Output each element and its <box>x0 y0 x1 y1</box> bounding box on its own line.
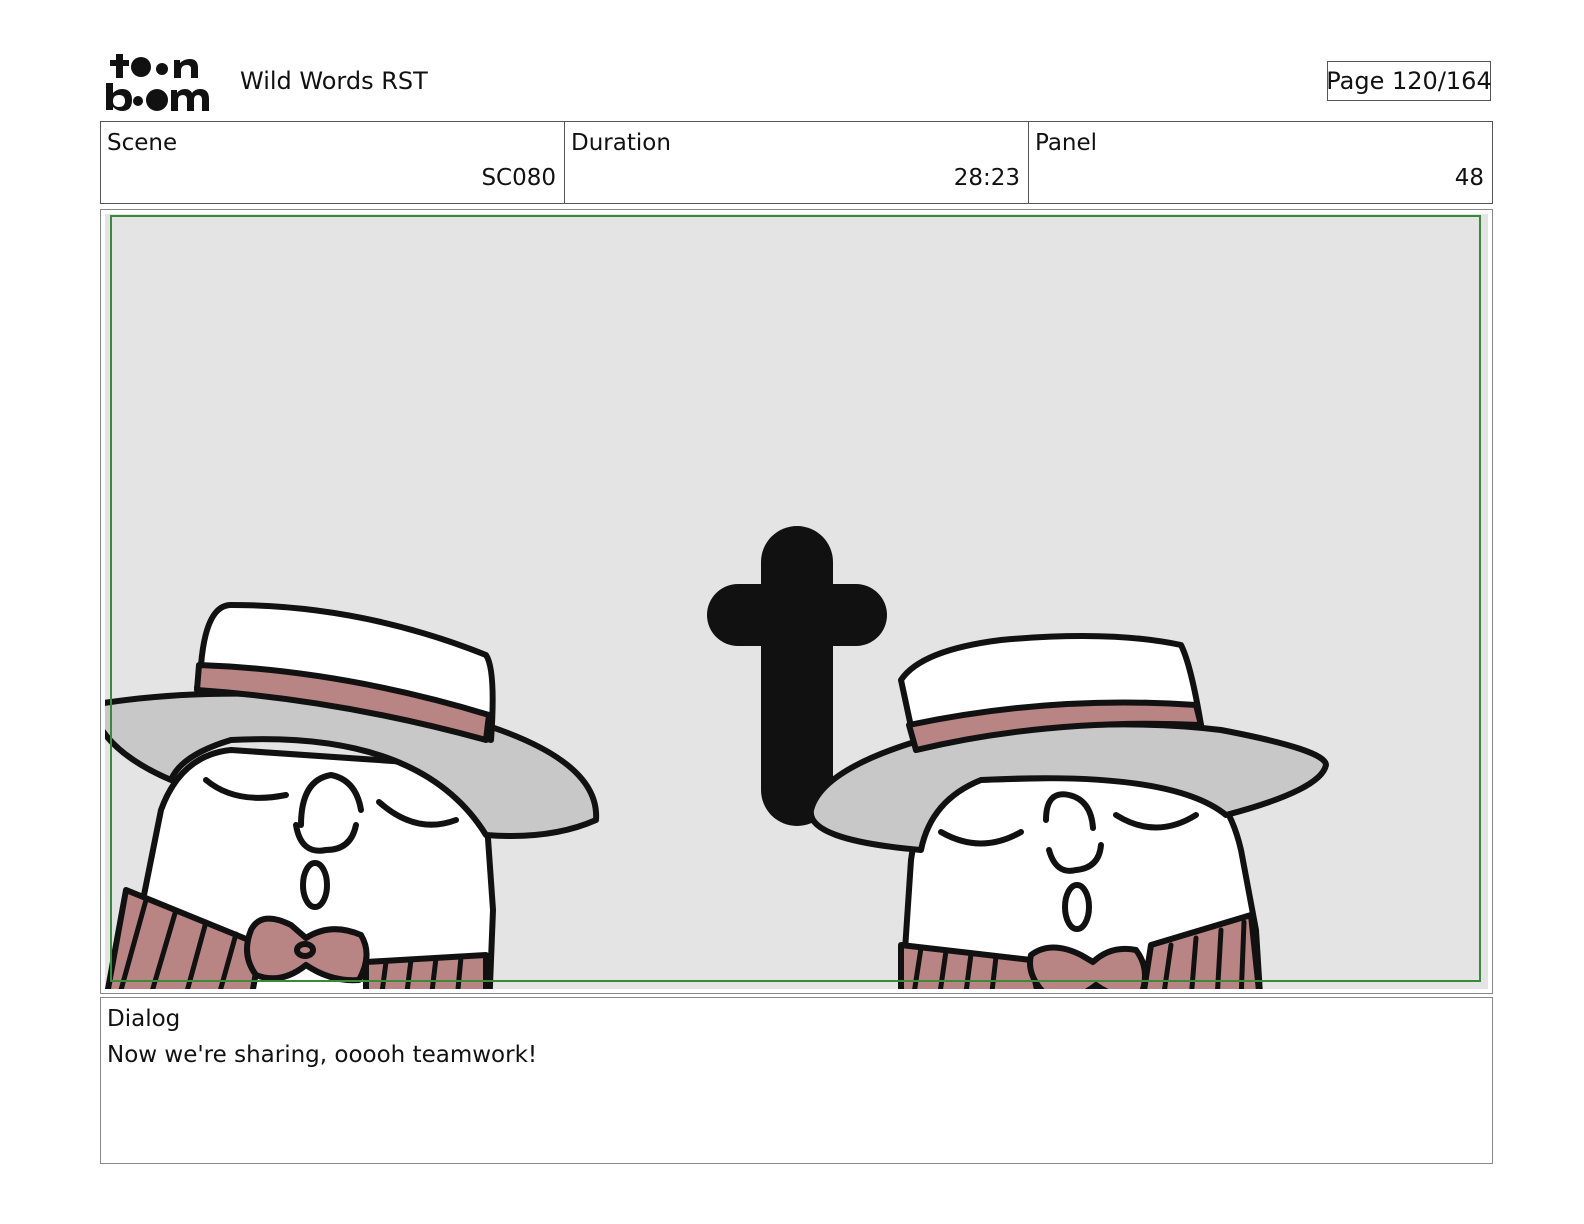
panel-value: 48 <box>1454 165 1484 191</box>
dialog-label: Dialog <box>107 1006 181 1032</box>
duration-cell: Duration 28:23 <box>565 122 1029 203</box>
duration-label: Duration <box>571 130 671 156</box>
storyboard-panel <box>100 209 1493 994</box>
dialog-text: Now we're sharing, ooooh teamwork! <box>107 1042 538 1068</box>
panel-cell: Panel 48 <box>1029 122 1492 203</box>
panel-artwork <box>105 214 1488 989</box>
scene-label: Scene <box>107 130 178 156</box>
scene-cell: Scene SC080 <box>101 122 565 203</box>
toon-boom-logo-mark <box>106 54 209 111</box>
info-row: Scene SC080 Duration 28:23 Panel 48 <box>100 121 1493 204</box>
panel-label: Panel <box>1035 130 1098 156</box>
project-title: Wild Words RST <box>240 67 428 95</box>
page-indicator: Page 120/164 <box>1326 61 1492 101</box>
dialog-box: Dialog Now we're sharing, ooooh teamwork… <box>100 997 1493 1164</box>
scene-value: SC080 <box>481 165 556 191</box>
duration-value: 28:23 <box>953 165 1020 191</box>
toon-boom-logo <box>104 50 216 112</box>
